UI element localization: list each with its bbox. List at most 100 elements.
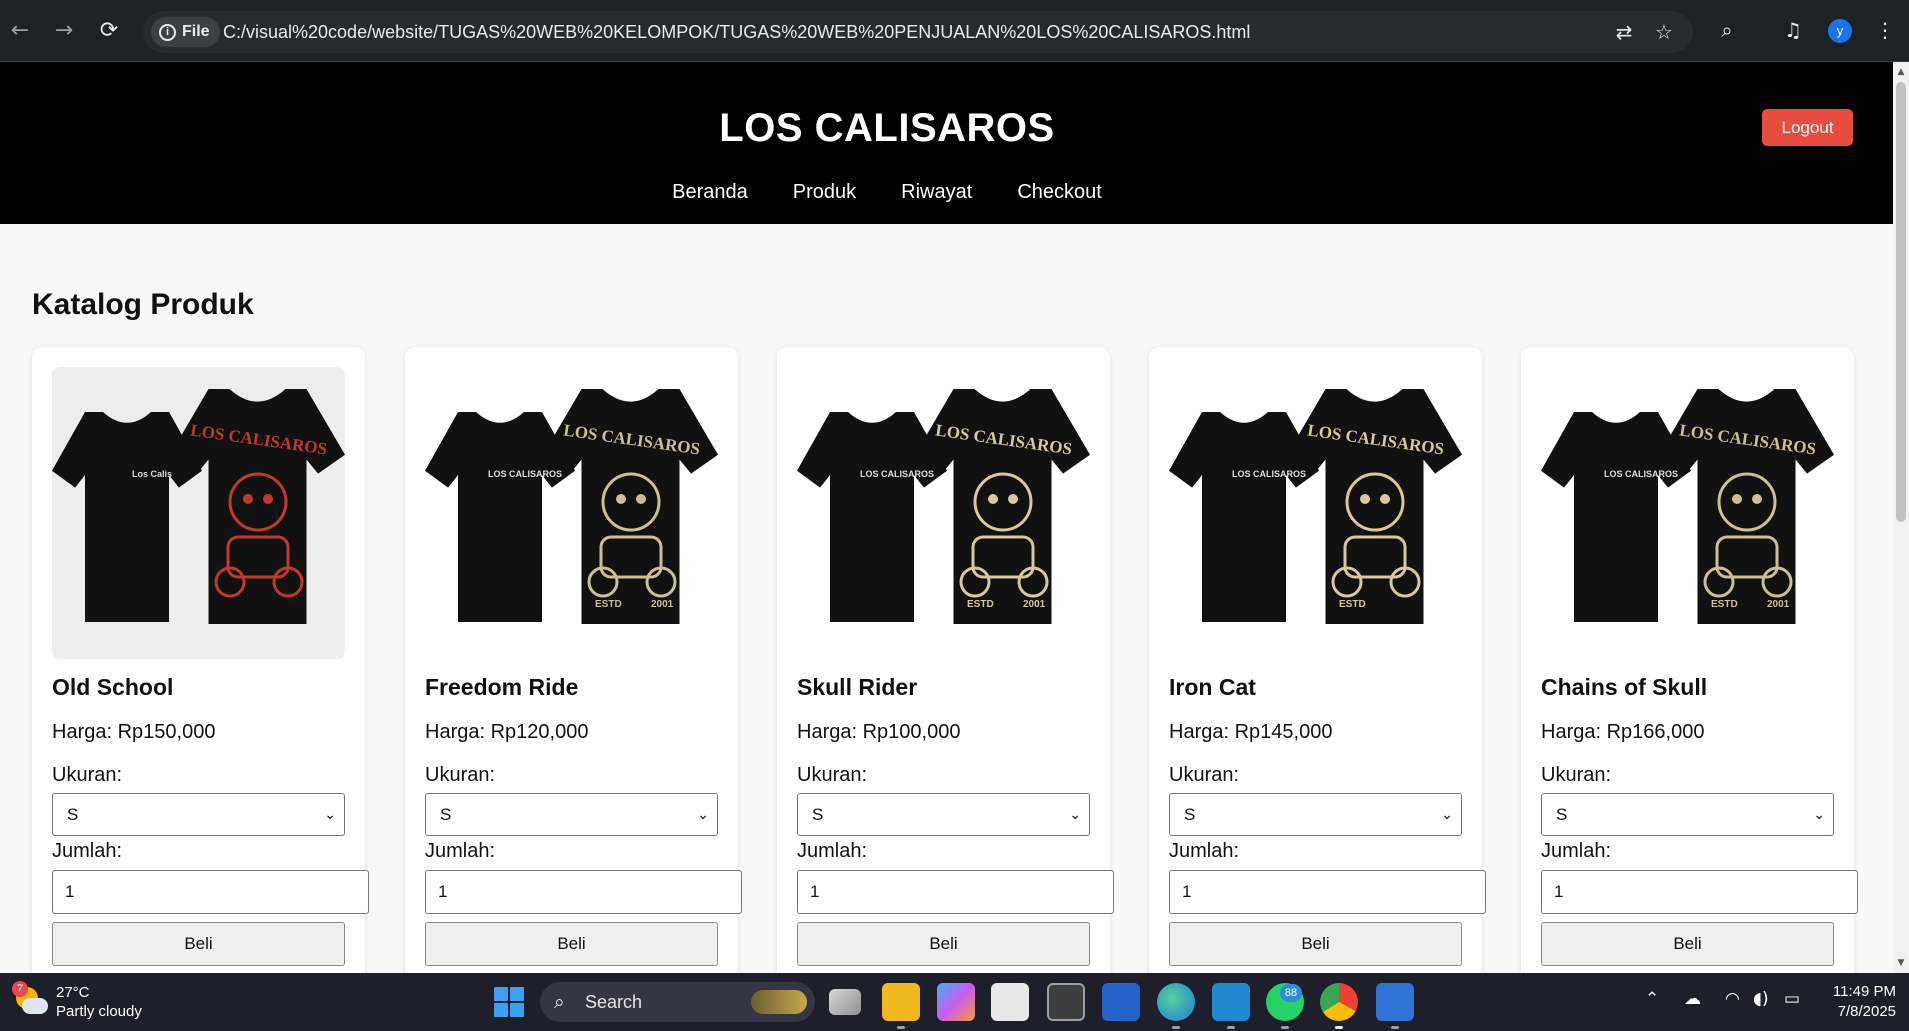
nav-link-checkout[interactable]: Checkout <box>1017 181 1102 204</box>
size-value: S <box>812 805 824 824</box>
chevron-down-icon: ⌄ <box>1441 806 1453 822</box>
unity-hub-icon[interactable] <box>1047 983 1085 1021</box>
site-info-label: File <box>182 23 210 40</box>
tshirt-flaming-motorcycle-illustration: LOS CALISAROSLOS CALISAROSESTD 2001 <box>797 389 1090 624</box>
size-value: S <box>1556 805 1568 824</box>
chevron-down-icon: ⌄ <box>1069 806 1081 822</box>
file-explorer-icon[interactable] <box>882 983 920 1029</box>
onedrive-cloud-icon[interactable]: ☁ <box>1684 989 1701 1009</box>
chrome-icon[interactable] <box>1320 983 1358 1029</box>
size-select[interactable]: S ⌄ <box>797 793 1090 836</box>
scroll-down-arrow-icon[interactable]: ▼ <box>1893 955 1909 971</box>
url-text[interactable]: C:/visual%20code/website/TUGAS%20WEB%20K… <box>223 11 1250 53</box>
print-graphic-eye <box>243 494 253 504</box>
size-value: S <box>1184 805 1196 824</box>
menu-kebab-icon[interactable]: ⋮ <box>1871 16 1899 44</box>
system-clock[interactable]: 11:49 PM 7/8/2025 <box>1826 982 1896 1022</box>
main-nav: Beranda Produk Riwayat Checkout <box>0 181 1774 204</box>
taskbar-search[interactable]: ⌕ Search <box>540 982 815 1022</box>
site-info-chip[interactable]: i File <box>151 17 220 47</box>
quantity-input[interactable]: 1 <box>52 870 369 914</box>
nav-link-riwayat[interactable]: Riwayat <box>901 181 972 204</box>
tshirt-samurai-skull-illustration: LOS CALISAROSLOS CALISAROSESTD 2001 <box>425 389 718 624</box>
search-highlight-icon <box>751 990 807 1014</box>
clock-date: 7/8/2025 <box>1837 1003 1896 1020</box>
front-print-text: LOS CALISAROS <box>488 469 562 479</box>
page-viewport: LOS CALISAROS Beranda Produk Riwayat Che… <box>0 62 1893 973</box>
buy-button[interactable]: Beli <box>1169 922 1462 966</box>
size-select[interactable]: S ⌄ <box>1541 793 1834 836</box>
back-arrow-icon[interactable]: ← <box>3 14 37 48</box>
quantity-input[interactable]: 1 <box>425 870 742 914</box>
buy-button[interactable]: Beli <box>1541 922 1834 966</box>
chevron-down-icon: ⌄ <box>1813 806 1825 822</box>
profile-avatar[interactable]: y <box>1828 19 1852 43</box>
screen-search-icon[interactable]: ⌕ <box>1713 16 1741 44</box>
product-image: LOS CALISAROS LOS CALISAROS ESTD <box>1169 367 1462 659</box>
copilot-icon[interactable] <box>937 983 975 1021</box>
buy-button[interactable]: Beli <box>797 922 1090 966</box>
product-price: Harga: Rp145,000 <box>1169 721 1333 743</box>
print-graphic-eye <box>1732 494 1742 504</box>
catalog-title: Katalog Produk <box>32 288 254 321</box>
size-value: S <box>440 805 452 824</box>
product-price: Harga: Rp166,000 <box>1541 721 1705 743</box>
size-select[interactable]: S ⌄ <box>425 793 718 836</box>
quantity-input[interactable]: 1 <box>1169 870 1486 914</box>
microsoft-store-icon[interactable] <box>991 983 1029 1021</box>
nav-link-produk[interactable]: Produk <box>793 181 856 204</box>
buy-button[interactable]: Beli <box>52 922 345 966</box>
translate-icon[interactable]: ⇄ <box>1611 19 1637 45</box>
product-image: LOS CALISAROS LOS CALISAROS ESTD 2001 <box>797 367 1090 659</box>
edge-browser-icon[interactable] <box>1157 983 1195 1029</box>
scroll-up-arrow-icon[interactable]: ▲ <box>1893 64 1909 80</box>
logout-button[interactable]: Logout <box>1762 109 1853 146</box>
vscode-icon[interactable] <box>1212 983 1250 1029</box>
weather-condition: Partly cloudy <box>56 1003 142 1020</box>
photos-app-icon[interactable] <box>1376 983 1414 1029</box>
chevron-down-icon: ⌄ <box>324 806 336 822</box>
bookmark-star-icon[interactable]: ☆ <box>1651 19 1677 45</box>
task-view-icon[interactable] <box>829 989 861 1015</box>
media-control-icon[interactable]: ♫ <box>1779 16 1807 44</box>
size-label: Ukuran: <box>52 764 123 786</box>
chevron-up-icon[interactable]: ⌃ <box>1645 989 1659 1009</box>
editor-app-icon[interactable] <box>1102 983 1140 1021</box>
quantity-input[interactable]: 1 <box>1541 870 1858 914</box>
quantity-label: Jumlah: <box>425 840 496 862</box>
search-placeholder: Search <box>585 992 643 1012</box>
wifi-icon[interactable]: ◠ <box>1725 989 1740 1009</box>
quantity-label: Jumlah: <box>1169 840 1240 862</box>
size-select[interactable]: S ⌄ <box>52 793 345 836</box>
size-select[interactable]: S ⌄ <box>1169 793 1462 836</box>
nav-link-beranda[interactable]: Beranda <box>672 181 748 204</box>
page-scrollbar[interactable]: ▲ ▼ <box>1893 62 1909 973</box>
product-card: Los Calis LOS CALISAROS Old School Harga:… <box>32 347 369 973</box>
print-graphic-eye <box>636 494 646 504</box>
scroll-thumb[interactable] <box>1896 82 1906 522</box>
quantity-label: Jumlah: <box>52 840 123 862</box>
tshirt-roaring-bear-illustration: LOS CALISAROSLOS CALISAROSESTD 2001 <box>1541 389 1834 624</box>
tshirt-skeleton-rider-illustration: LOS CALISAROSLOS CALISAROSESTD <box>1169 389 1462 624</box>
product-image: Los Calis LOS CALISAROS <box>52 367 345 659</box>
year-print-text: 2001 <box>1767 599 1790 610</box>
buy-button[interactable]: Beli <box>425 922 718 966</box>
weather-widget[interactable]: 7 27°C Partly cloudy <box>12 981 142 1021</box>
size-label: Ukuran: <box>1541 764 1612 786</box>
info-icon: i <box>159 23 176 41</box>
forward-arrow-icon[interactable]: → <box>47 14 81 48</box>
battery-icon[interactable]: ▭ <box>1784 989 1800 1009</box>
estd-print-text: ESTD <box>1711 599 1738 610</box>
address-bar[interactable]: i File C:/visual%20code/website/TUGAS%20… <box>143 11 1693 53</box>
front-print-text: LOS CALISAROS <box>1604 469 1678 479</box>
windows-start-icon[interactable] <box>494 987 524 1017</box>
product-price: Harga: Rp120,000 <box>425 721 589 743</box>
year-print-text: 2001 <box>1023 599 1046 610</box>
size-label: Ukuran: <box>425 764 496 786</box>
product-name: Skull Rider <box>797 674 918 700</box>
quantity-input[interactable]: 1 <box>797 870 1114 914</box>
whatsapp-badge: 88 <box>1280 984 1302 1002</box>
reload-icon[interactable]: ⟳ <box>92 14 126 48</box>
volume-icon[interactable]: ◖) <box>1753 989 1769 1009</box>
weather-badge: 7 <box>12 981 28 997</box>
